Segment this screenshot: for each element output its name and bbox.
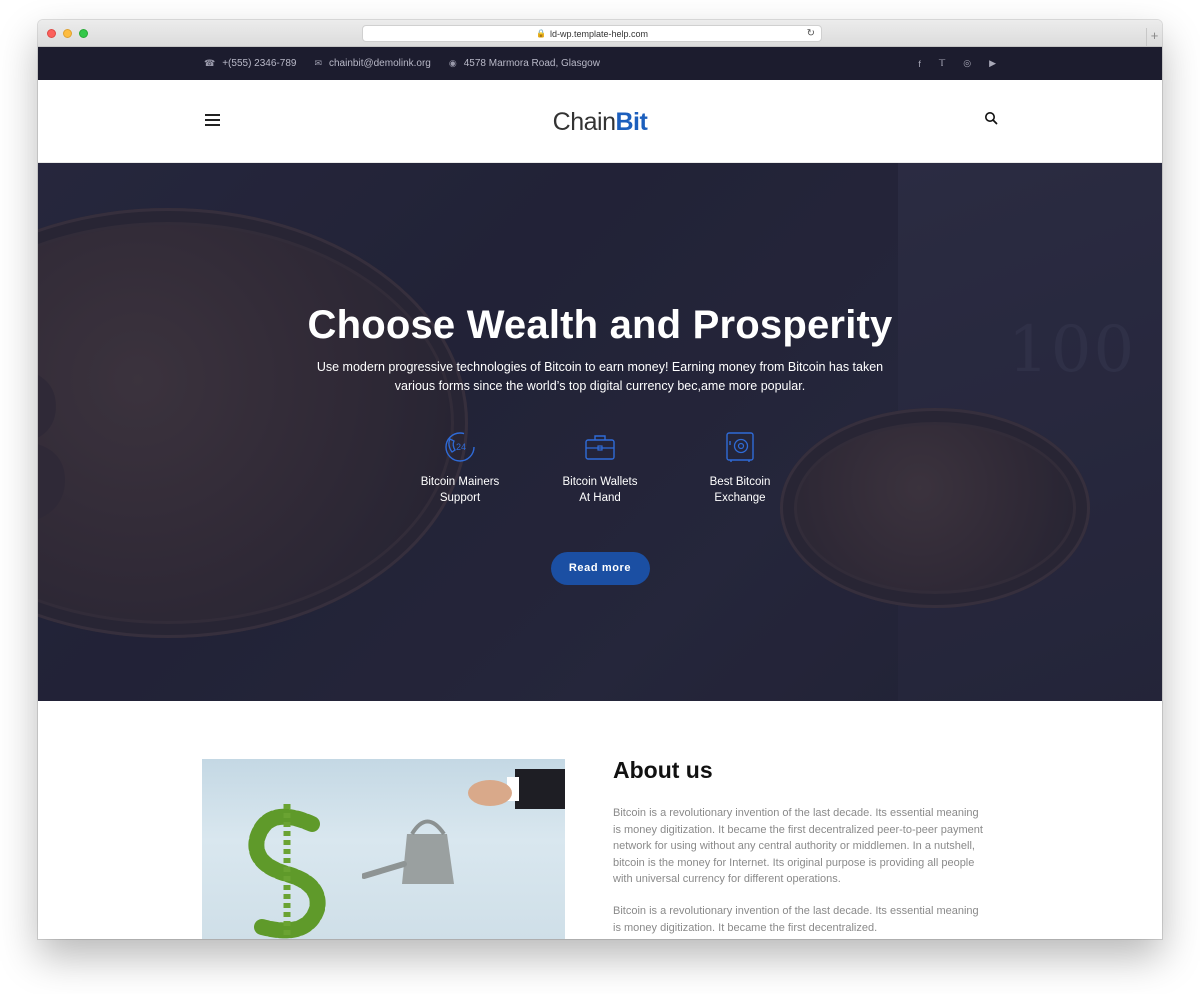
feature-item-exchange[interactable]: Best Bitcoin Exchange xyxy=(670,430,810,506)
feature-item-wallet[interactable]: Bitcoin Wallets At Hand xyxy=(530,430,670,506)
youtube-icon[interactable]: ▶ xyxy=(989,58,996,69)
hero-text: Use modern progressive technologies of B… xyxy=(316,360,884,393)
browser-window: 🔒 ld-wp.template-help.com ↻ + ☎ +(555) 2… xyxy=(38,20,1162,939)
about-paragraph-2: Bitcoin is a revolutionary invention of … xyxy=(613,905,979,934)
maximize-window-button[interactable] xyxy=(79,29,88,38)
about-section: About us Bitcoin is a revolutionary inve… xyxy=(38,701,1162,939)
site-header: ChainBit xyxy=(38,80,1162,163)
wallet-icon xyxy=(585,435,615,460)
safe-icon xyxy=(726,432,754,462)
social-links: f 𝕋 ◎ ▶ xyxy=(918,58,996,69)
address-text: 4578 Marmora Road, Glasgow xyxy=(463,58,600,69)
svg-text:24: 24 xyxy=(456,442,466,452)
map-pin-icon: ◉ xyxy=(448,58,457,68)
address-info: ◉ 4578 Marmora Road, Glasgow xyxy=(449,58,600,69)
about-image xyxy=(202,759,565,939)
new-tab-button[interactable]: + xyxy=(1146,28,1162,46)
feature-line1: Bitcoin Mainers xyxy=(420,476,500,488)
facebook-icon[interactable]: f xyxy=(918,59,921,69)
read-more-button[interactable]: Read more xyxy=(550,552,650,585)
envelope-icon: ✉ xyxy=(314,58,322,68)
about-paragraph-1: Bitcoin is a revolutionary invention of … xyxy=(613,807,983,885)
minimize-window-button[interactable] xyxy=(63,29,72,38)
phone-icon: ☎ xyxy=(204,58,216,68)
about-title: About us xyxy=(613,757,713,783)
hero-content: Choose Wealth and Prosperity Use modern … xyxy=(38,163,1162,585)
dollar-plant-illustration xyxy=(248,804,326,939)
lock-icon: 🔒 xyxy=(535,29,546,38)
hero-section: 100 ₿ Choose Wealth and Prosperity Use m… xyxy=(38,163,1162,701)
browser-toolbar: 🔒 ld-wp.template-help.com ↻ + xyxy=(38,20,1162,47)
logo-text-chain: Chain xyxy=(552,108,616,136)
business-hand-illustration xyxy=(468,769,565,809)
feature-line2: At Hand xyxy=(579,492,621,504)
top-info-bar: ☎ +(555) 2346-789 ✉ chainbit@demolink.or… xyxy=(38,47,1162,80)
phone-text: +(555) 2346-789 xyxy=(222,58,297,69)
logo-text-bit: Bit xyxy=(615,108,648,136)
reload-icon[interactable]: ↻ xyxy=(807,28,815,39)
feature-line1: Best Bitcoin xyxy=(709,476,771,488)
feature-line2: Exchange xyxy=(714,492,766,504)
feature-item-support[interactable]: 24 Bitcoin Mainers Support xyxy=(390,430,530,506)
email-text: chainbit@demolink.org xyxy=(329,58,431,69)
window-controls xyxy=(47,29,88,38)
instagram-icon[interactable]: ◎ xyxy=(963,58,971,69)
feature-line2: Support xyxy=(439,492,481,504)
feature-list: 24 Bitcoin Mainers Support Bitcoin Walle… xyxy=(38,430,1162,506)
address-bar[interactable]: 🔒 ld-wp.template-help.com ↻ xyxy=(362,25,822,42)
email-info[interactable]: ✉ chainbit@demolink.org xyxy=(314,58,430,69)
support-24-icon: 24 xyxy=(445,432,475,462)
close-window-button[interactable] xyxy=(47,29,56,38)
twitter-icon[interactable]: 𝕋 xyxy=(939,58,945,69)
phone-info[interactable]: ☎ +(555) 2346-789 xyxy=(204,58,296,69)
url-text: ld-wp.template-help.com xyxy=(549,28,648,39)
hero-title: Choose Wealth and Prosperity xyxy=(307,303,893,347)
search-icon[interactable] xyxy=(984,111,998,125)
feature-line1: Bitcoin Wallets xyxy=(562,476,638,488)
